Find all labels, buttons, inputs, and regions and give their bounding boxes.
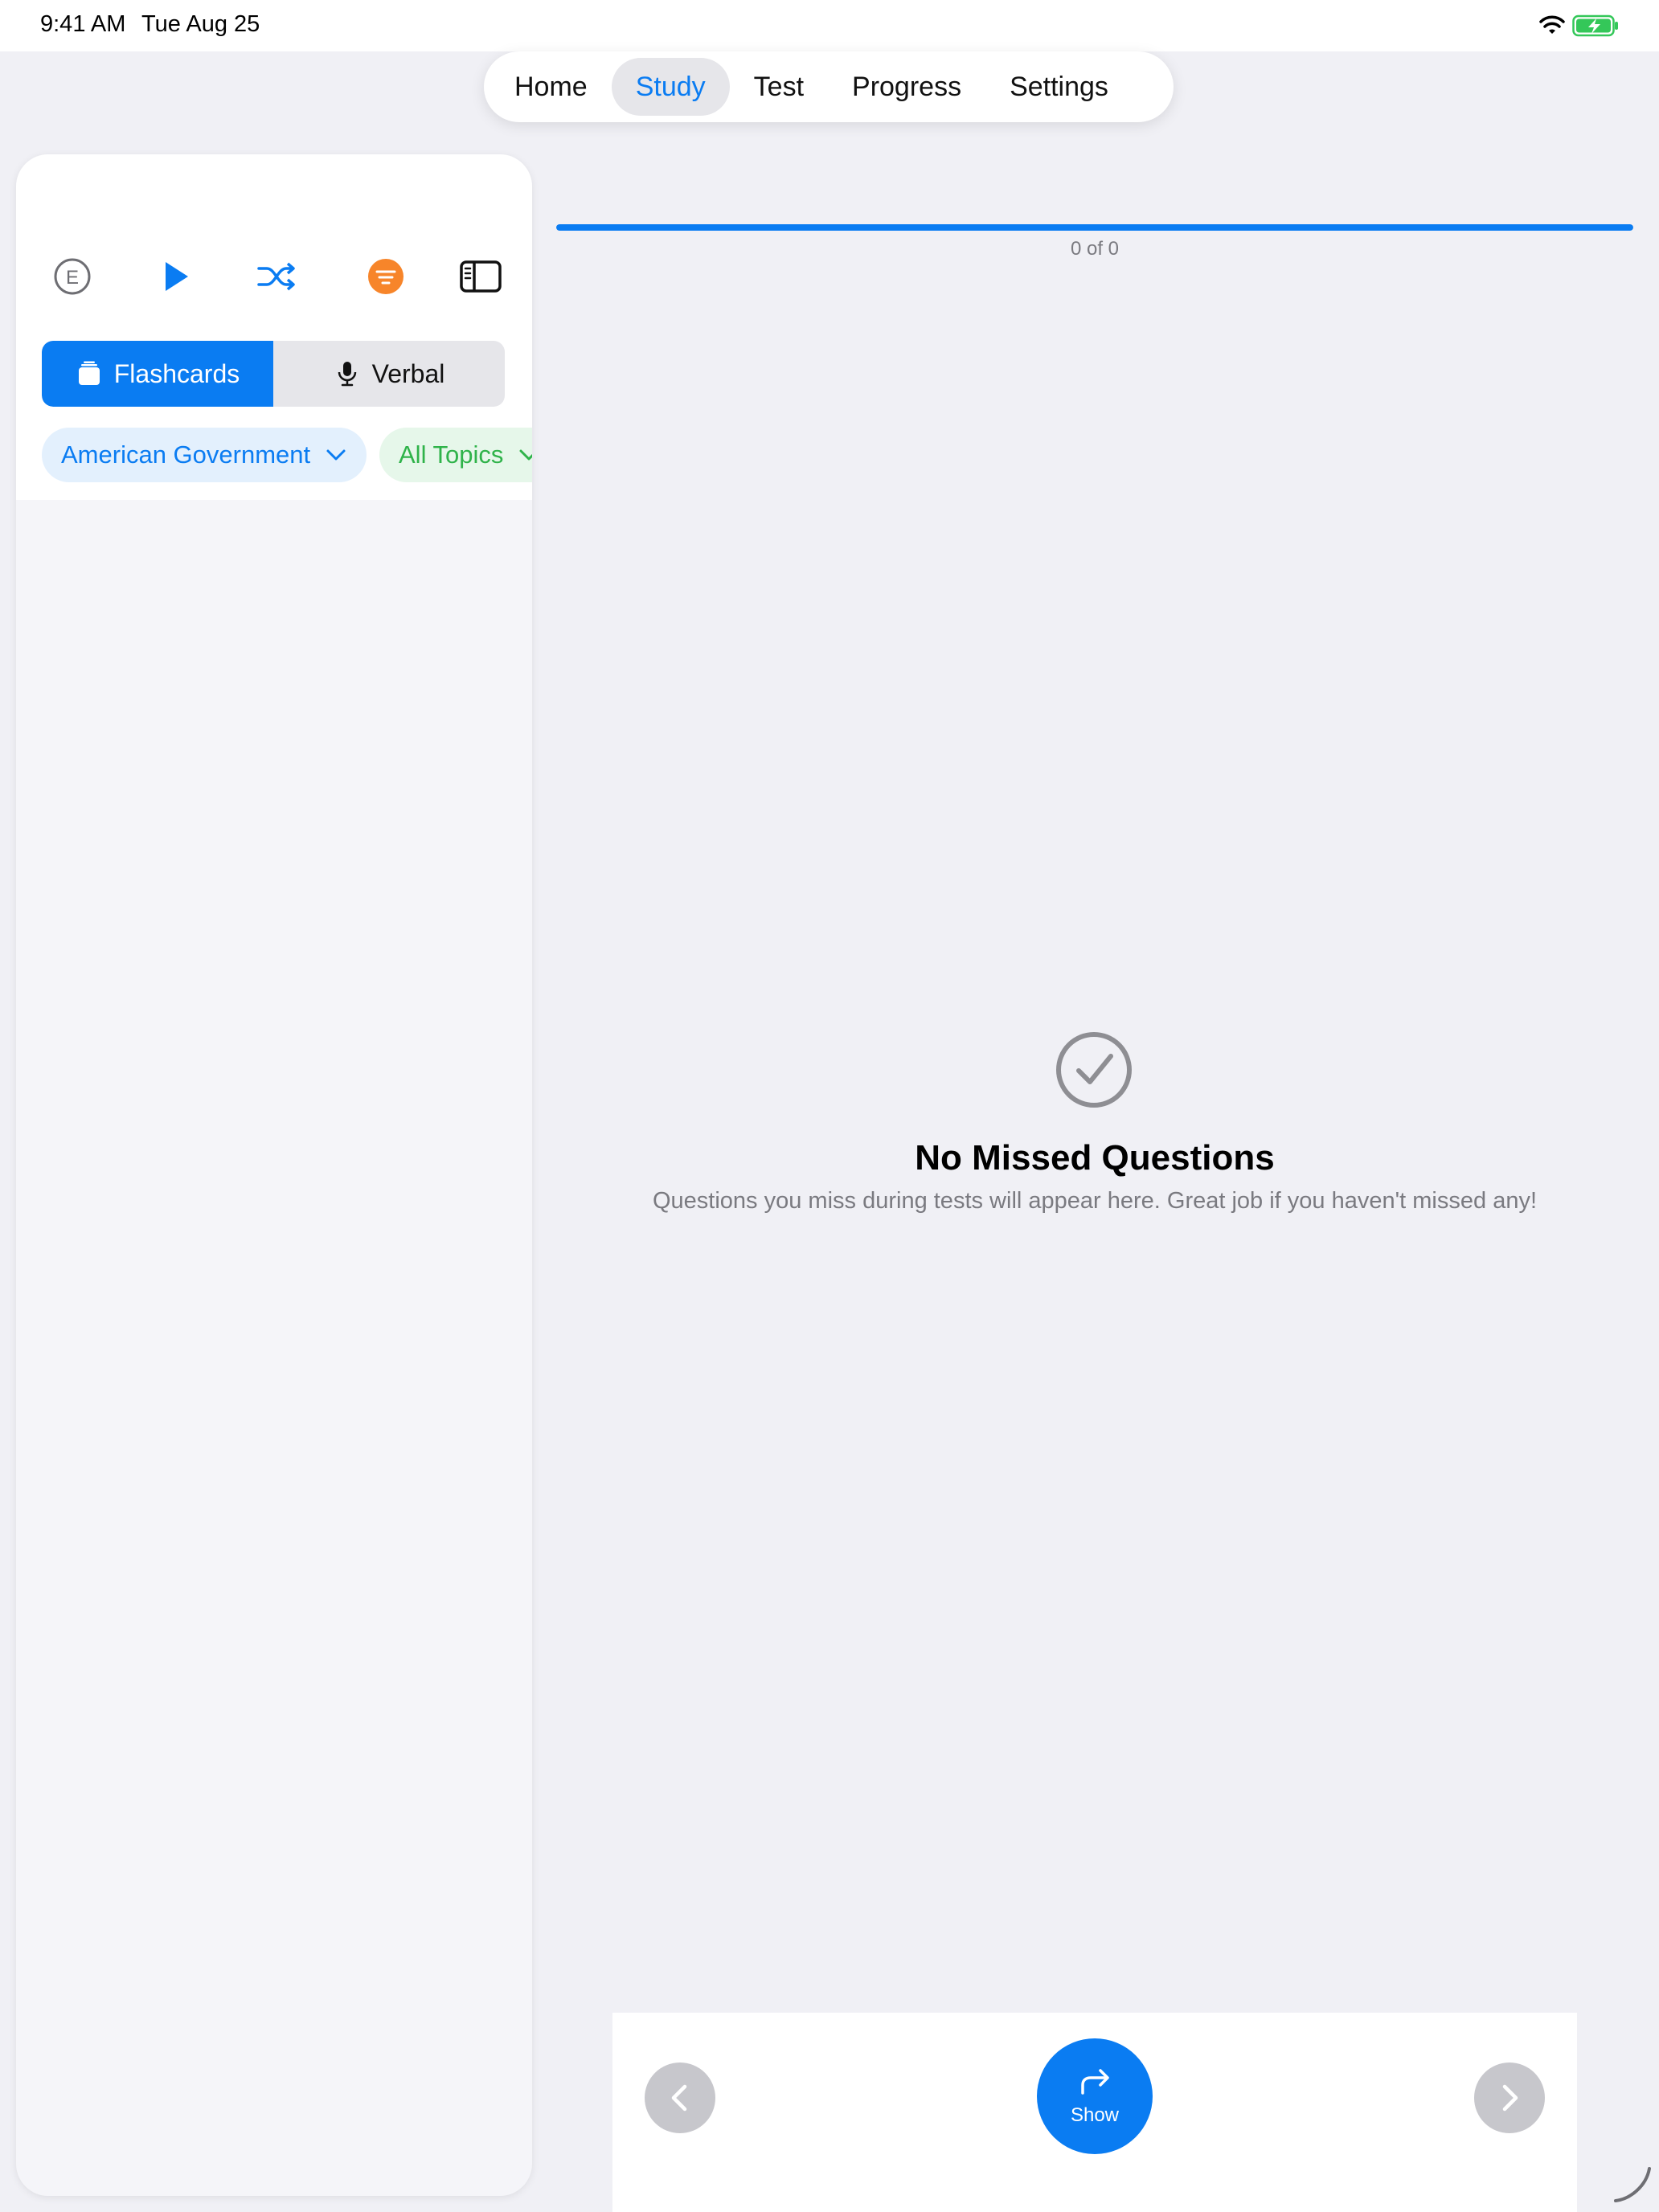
chevron-left-icon [671,2084,687,2112]
show-label: Show [1070,2104,1120,2126]
card-controls: Show [612,2013,1577,2212]
sidebar-toggle-icon[interactable] [458,256,503,297]
subject-filter-label: American Government [61,440,311,469]
filter-icon[interactable] [365,256,407,297]
checkmark-circle-icon [1056,1032,1132,1108]
subject-filter-chip[interactable]: American Government [42,428,367,482]
tab-settings[interactable]: Settings [985,58,1133,116]
play-icon[interactable] [154,256,196,297]
status-date: Tue Aug 25 [141,11,260,37]
tab-study[interactable]: Study [611,58,730,116]
wifi-icon [1539,15,1565,34]
next-button[interactable] [1474,2062,1545,2133]
cards-icon [78,361,100,385]
explicit-e-icon[interactable]: E [51,256,93,297]
shuffle-icon[interactable] [256,256,297,297]
svg-text:E: E [66,267,79,289]
progress-fill [556,224,1633,231]
battery-charging-icon [1572,14,1618,37]
progress-bar [556,224,1633,231]
sidebar-header: E Flashcards Verbal [16,154,532,420]
tab-home[interactable]: Home [490,58,612,116]
empty-state-title: No Missed Questions [915,1138,1275,1178]
flashcards-label: Flashcards [113,358,240,388]
flip-arrow-icon [1081,2069,1109,2095]
mode-segmented-control: Flashcards Verbal [42,341,505,407]
topics-filter-chip[interactable]: All Topics [379,428,532,482]
empty-state-subtitle: Questions you miss during tests will app… [652,1188,1538,1214]
status-time: 9:41 AM [40,11,126,37]
sidebar: E Flashcards Verbal American Government … [16,154,532,2196]
flashcards-segment[interactable]: Flashcards [42,341,273,407]
previous-button[interactable] [645,2062,715,2133]
topics-filter-label: All Topics [399,440,504,469]
filter-chip-row: American Government All Topics [16,420,532,500]
top-tab-bar: Home Study Test Progress Settings [484,51,1174,122]
chevron-down-icon [326,449,346,461]
resize-handle-icon[interactable] [1611,2162,1654,2206]
chevron-down-icon [519,449,532,461]
tab-progress[interactable]: Progress [828,58,985,116]
progress-label: 0 of 0 [1070,238,1120,260]
chevron-right-icon [1502,2084,1518,2112]
microphone-icon [338,362,356,387]
verbal-segment[interactable]: Verbal [273,341,505,407]
show-button[interactable]: Show [1037,2038,1153,2154]
status-bar: 9:41 AM Tue Aug 25 [0,0,1659,51]
verbal-label: Verbal [371,358,445,388]
tab-test[interactable]: Test [730,58,828,116]
